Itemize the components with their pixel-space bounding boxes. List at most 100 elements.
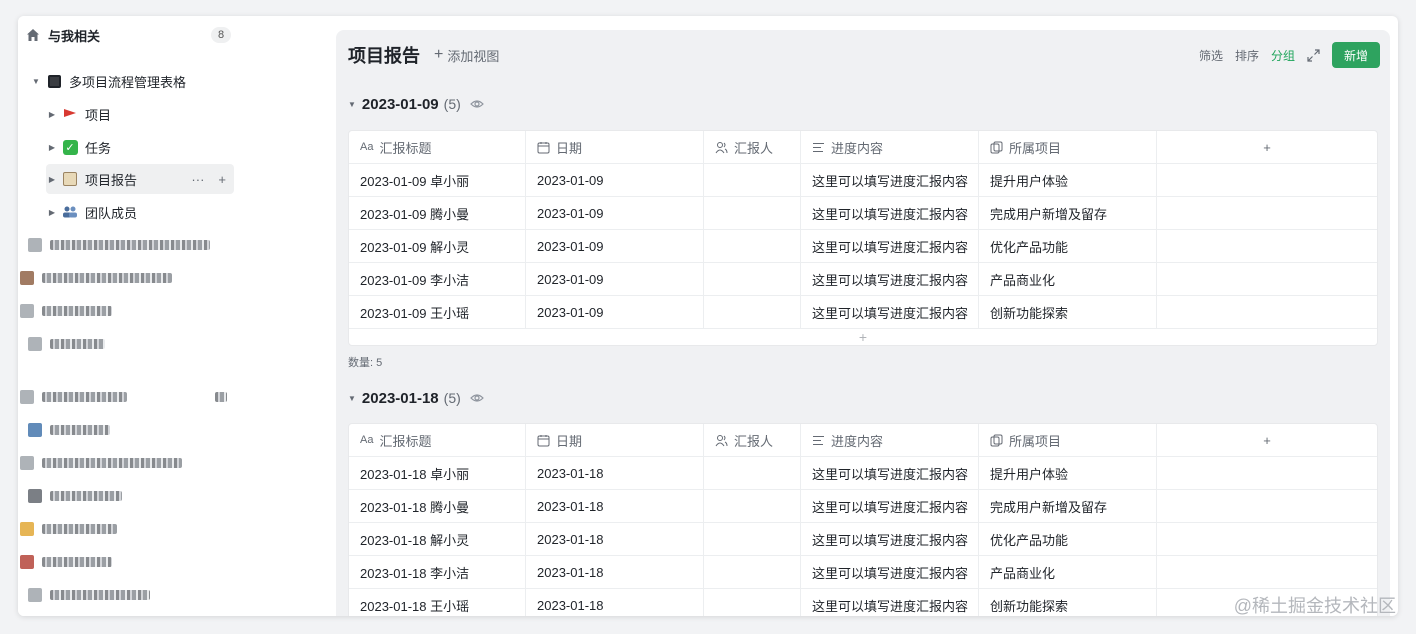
table-row[interactable]: 2023-01-18 卓小丽 2023-01-18 这里可以填写进度汇报内容 提升用户… (349, 457, 1377, 490)
blurred-item[interactable] (20, 388, 227, 406)
blurred-item[interactable] (28, 586, 150, 604)
filter-button[interactable]: 筛选 (1199, 47, 1223, 64)
blurred-item[interactable] (20, 302, 112, 320)
caret-right-icon[interactable]: ▶ (46, 175, 58, 184)
column-header[interactable]: 所属项目 (979, 131, 1157, 163)
column-header[interactable]: 进度内容 (801, 131, 979, 163)
add-column-button[interactable]: + (1157, 131, 1377, 163)
cell-progress[interactable]: 这里可以填写进度汇报内容 (801, 457, 979, 489)
sidebar-header[interactable]: 与我相关 8 (26, 24, 231, 46)
blurred-item[interactable] (20, 269, 172, 287)
cell-reporter[interactable] (704, 457, 801, 489)
cell-progress[interactable]: 这里可以填写进度汇报内容 (801, 589, 979, 616)
cell-progress[interactable]: 这里可以填写进度汇报内容 (801, 263, 979, 295)
cell-project[interactable]: 完成用户新增及留存 (979, 490, 1157, 522)
blurred-item[interactable] (28, 487, 122, 505)
cell-progress[interactable]: 这里可以填写进度汇报内容 (801, 523, 979, 555)
caret-down-icon[interactable]: ▼ (348, 394, 356, 403)
cell-reporter[interactable] (704, 164, 801, 196)
cell-title[interactable]: 2023-01-09 李小洁 (349, 263, 526, 295)
cell-reporter[interactable] (704, 263, 801, 295)
expand-icon[interactable] (1307, 48, 1320, 62)
tree-item-base[interactable]: ▼ 多项目流程管理表格 (30, 66, 240, 96)
cell-reporter[interactable] (704, 556, 801, 588)
blurred-item[interactable] (20, 520, 117, 538)
cell-date[interactable]: 2023-01-18 (526, 490, 704, 522)
blurred-item[interactable] (28, 236, 210, 254)
cell-progress[interactable]: 这里可以填写进度汇报内容 (801, 490, 979, 522)
tree-item-project[interactable]: ▶ 项目 (46, 99, 236, 129)
add-column-button[interactable]: + (1157, 424, 1377, 456)
column-header[interactable]: Aa 汇报标题 (349, 424, 526, 456)
caret-down-icon[interactable]: ▼ (30, 77, 42, 86)
table-row[interactable]: 2023-01-09 卓小丽 2023-01-09 这里可以填写进度汇报内容 提升用户… (349, 164, 1377, 197)
cell-title[interactable]: 2023-01-18 李小洁 (349, 556, 526, 588)
cell-date[interactable]: 2023-01-18 (526, 556, 704, 588)
tree-item-task[interactable]: ▶ ✓ 任务 (46, 132, 236, 162)
table-row[interactable]: 2023-01-18 腾小曼 2023-01-18 这里可以填写进度汇报内容 完成用户… (349, 490, 1377, 523)
column-header[interactable]: 汇报人 (704, 131, 801, 163)
table-row[interactable]: 2023-01-18 解小灵 2023-01-18 这里可以填写进度汇报内容 优化产品… (349, 523, 1377, 556)
add-row-button[interactable]: + (349, 329, 1377, 345)
caret-down-icon[interactable]: ▼ (348, 100, 356, 109)
table-row[interactable]: 2023-01-18 李小洁 2023-01-18 这里可以填写进度汇报内容 产品商业… (349, 556, 1377, 589)
cell-project[interactable]: 完成用户新增及留存 (979, 197, 1157, 229)
sort-button[interactable]: 排序 (1235, 47, 1259, 64)
cell-progress[interactable]: 这里可以填写进度汇报内容 (801, 230, 979, 262)
column-header[interactable]: 汇报人 (704, 424, 801, 456)
group-header[interactable]: ▼ 2023-01-18 (5) (348, 386, 484, 410)
blurred-item[interactable] (20, 454, 182, 472)
cell-reporter[interactable] (704, 230, 801, 262)
cell-reporter[interactable] (704, 490, 801, 522)
eye-icon[interactable] (469, 391, 484, 405)
cell-title[interactable]: 2023-01-18 王小瑶 (349, 589, 526, 616)
blurred-item[interactable] (28, 421, 110, 439)
cell-date[interactable]: 2023-01-18 (526, 589, 704, 616)
cell-date[interactable]: 2023-01-18 (526, 523, 704, 555)
cell-date[interactable]: 2023-01-18 (526, 457, 704, 489)
cell-progress[interactable]: 这里可以填写进度汇报内容 (801, 164, 979, 196)
cell-project[interactable]: 优化产品功能 (979, 230, 1157, 262)
tree-item-report[interactable]: ▶ 项目报告 ··· + (46, 164, 234, 194)
tree-item-team[interactable]: ▶ 团队成员 (46, 197, 236, 227)
cell-progress[interactable]: 这里可以填写进度汇报内容 (801, 296, 979, 328)
cell-project[interactable]: 提升用户体验 (979, 164, 1157, 196)
eye-icon[interactable] (469, 97, 484, 111)
table-row[interactable]: 2023-01-09 腾小曼 2023-01-09 这里可以填写进度汇报内容 完成用户… (349, 197, 1377, 230)
blurred-action-icon[interactable] (215, 392, 227, 402)
table-row[interactable]: 2023-01-09 解小灵 2023-01-09 这里可以填写进度汇报内容 优化产品… (349, 230, 1377, 263)
blurred-item[interactable] (20, 553, 112, 571)
caret-right-icon[interactable]: ▶ (46, 110, 58, 119)
table-row[interactable]: 2023-01-09 李小洁 2023-01-09 这里可以填写进度汇报内容 产品商业… (349, 263, 1377, 296)
cell-reporter[interactable] (704, 296, 801, 328)
cell-title[interactable]: 2023-01-09 腾小曼 (349, 197, 526, 229)
caret-right-icon[interactable]: ▶ (46, 208, 58, 217)
cell-progress[interactable]: 这里可以填写进度汇报内容 (801, 556, 979, 588)
cell-reporter[interactable] (704, 197, 801, 229)
cell-title[interactable]: 2023-01-18 卓小丽 (349, 457, 526, 489)
cell-reporter[interactable] (704, 589, 801, 616)
cell-progress[interactable]: 这里可以填写进度汇报内容 (801, 197, 979, 229)
cell-project[interactable]: 创新功能探索 (979, 296, 1157, 328)
cell-date[interactable]: 2023-01-09 (526, 230, 704, 262)
cell-title[interactable]: 2023-01-09 解小灵 (349, 230, 526, 262)
cell-date[interactable]: 2023-01-09 (526, 263, 704, 295)
table-row[interactable]: 2023-01-09 王小瑶 2023-01-09 这里可以填写进度汇报内容 创新功能… (349, 296, 1377, 329)
table-row[interactable]: 2023-01-18 王小瑶 2023-01-18 这里可以填写进度汇报内容 创新功能… (349, 589, 1377, 616)
cell-reporter[interactable] (704, 523, 801, 555)
more-icon[interactable]: ··· (191, 172, 204, 187)
column-header[interactable]: Aa 汇报标题 (349, 131, 526, 163)
group-header[interactable]: ▼ 2023-01-09 (5) (348, 92, 484, 116)
add-icon[interactable]: + (218, 172, 226, 187)
column-header[interactable]: 进度内容 (801, 424, 979, 456)
blurred-item[interactable] (28, 335, 105, 353)
column-header[interactable]: 日期 (526, 424, 704, 456)
new-record-button[interactable]: 新增 (1331, 42, 1380, 68)
cell-project[interactable]: 产品商业化 (979, 263, 1157, 295)
caret-right-icon[interactable]: ▶ (46, 143, 58, 152)
cell-project[interactable]: 产品商业化 (979, 556, 1157, 588)
column-header[interactable]: 日期 (526, 131, 704, 163)
cell-title[interactable]: 2023-01-09 卓小丽 (349, 164, 526, 196)
cell-project[interactable]: 提升用户体验 (979, 457, 1157, 489)
cell-title[interactable]: 2023-01-09 王小瑶 (349, 296, 526, 328)
